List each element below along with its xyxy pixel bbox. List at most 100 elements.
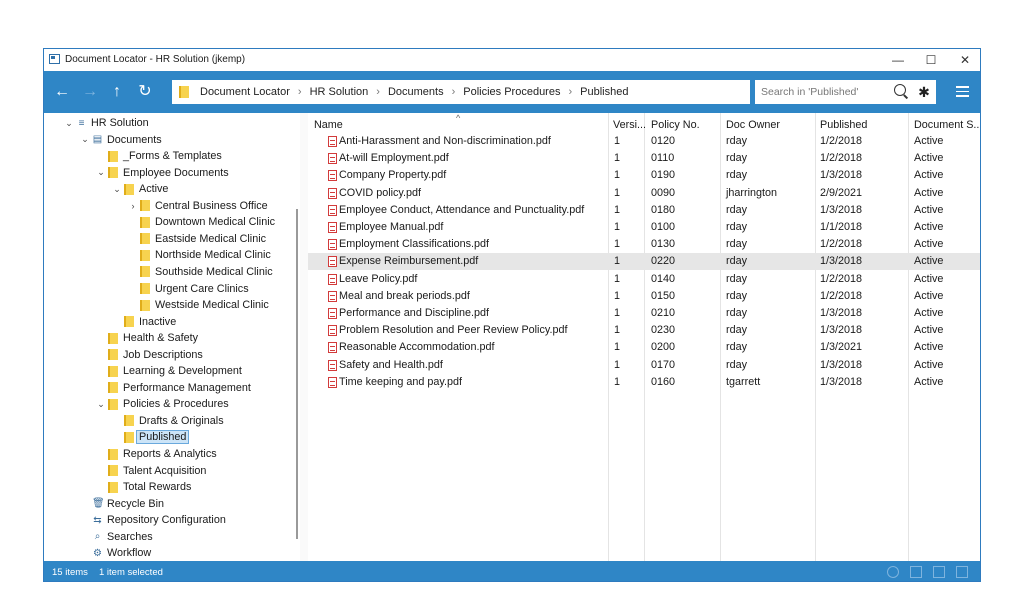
tree-item[interactable]: ⌄ Active: [112, 181, 168, 197]
tree-item[interactable]: ⌕ Searches: [80, 529, 153, 545]
back-button[interactable]: ←: [51, 82, 73, 102]
file-status: Active: [914, 169, 944, 182]
tree-item-label: Total Rewards: [123, 481, 192, 494]
tree-item[interactable]: › Central Business Office: [128, 198, 268, 214]
tree-item[interactable]: ⇆ Repository Configuration: [80, 512, 226, 528]
breadcrumb-item[interactable]: Published: [580, 86, 628, 98]
chevron-down-icon[interactable]: ⌄: [80, 134, 90, 145]
preview-search-icon[interactable]: [887, 566, 899, 578]
table-row[interactable]: Company Property.pdf 1 0190 rday 1/3/2018 Act…: [308, 167, 980, 184]
table-row[interactable]: Safety and Health.pdf 1 0170 rday 1/3/2018 Ac…: [308, 357, 980, 374]
breadcrumb[interactable]: Document Locator › HR Solution › Documents › P…: [172, 80, 750, 104]
tree-item[interactable]: Total Rewards: [96, 479, 191, 495]
tree-item[interactable]: Inactive: [112, 314, 176, 330]
tree-item[interactable]: Westside Medical Clinic: [128, 297, 269, 313]
column-header-version[interactable]: Versi...: [613, 117, 646, 133]
close-button[interactable]: ✕: [948, 49, 980, 71]
table-row[interactable]: COVID policy.pdf 1 0090 jharrington 2/9/2021…: [308, 185, 980, 202]
column-header-policy-no[interactable]: Policy No.: [651, 117, 700, 133]
title-bar: Document Locator - HR Solution (jkemp) —…: [44, 49, 980, 71]
search-box[interactable]: Search in 'Published': [755, 80, 912, 104]
minimize-button[interactable]: —: [881, 49, 915, 71]
table-row[interactable]: Expense Reimbursement.pdf 1 0220 rday 1/3/20…: [308, 253, 980, 271]
tree-item[interactable]: _Forms & Templates: [96, 148, 222, 164]
tree-item-label: Searches: [107, 530, 153, 543]
tree-item[interactable]: Health & Safety: [96, 330, 198, 346]
breadcrumb-separator-icon[interactable]: ›: [568, 86, 572, 98]
properties-pane-icon[interactable]: [956, 566, 968, 578]
tree-item[interactable]: Urgent Care Clinics: [128, 281, 249, 297]
breadcrumb-separator-icon[interactable]: ›: [452, 86, 456, 98]
tree-item[interactable]: Eastside Medical Clinic: [128, 231, 266, 247]
file-status: Active: [914, 203, 944, 216]
column-header-doc-owner[interactable]: Doc Owner: [726, 117, 780, 133]
tree-item[interactable]: Northside Medical Clinic: [128, 247, 271, 263]
tree-item[interactable]: ⚙ Workflow: [80, 545, 151, 561]
table-row[interactable]: Employee Manual.pdf 1 0100 rday 1/1/2018 Acti…: [308, 219, 980, 236]
breadcrumb-item[interactable]: Document Locator: [200, 86, 290, 98]
forward-button[interactable]: →: [79, 82, 101, 102]
tree-item[interactable]: Learning & Development: [96, 363, 242, 379]
tree-item[interactable]: Job Descriptions: [96, 347, 203, 363]
chevron-down-icon[interactable]: ⌄: [64, 118, 74, 129]
tree-item[interactable]: Published: [112, 429, 190, 445]
table-row[interactable]: Leave Policy.pdf 1 0140 rday 1/2/2018 Active: [308, 271, 980, 288]
folder-icon: [108, 332, 118, 344]
chevron-right-icon[interactable]: ›: [128, 201, 138, 211]
settings-gear-icon[interactable]: ✱: [912, 80, 936, 104]
tree-item[interactable]: Downtown Medical Clinic: [128, 214, 275, 230]
table-row[interactable]: Employee Conduct, Attendance and Punctua…: [308, 202, 980, 219]
breadcrumb-separator-icon[interactable]: ›: [298, 86, 302, 98]
up-button[interactable]: ↑: [106, 82, 128, 102]
table-row[interactable]: Problem Resolution and Peer Review Polic…: [308, 322, 980, 339]
tree-item[interactable]: Drafts & Originals: [112, 413, 224, 429]
refresh-button[interactable]: ↻: [134, 82, 156, 102]
tree-item-label: Recycle Bin: [107, 497, 165, 510]
maximize-button[interactable]: ☐: [914, 49, 948, 71]
search-icon[interactable]: [894, 84, 906, 96]
pane-splitter[interactable]: [300, 113, 308, 561]
table-row[interactable]: At-will Employment.pdf 1 0110 rday 1/2/2018 A…: [308, 150, 980, 167]
breadcrumb-item[interactable]: Documents: [388, 86, 444, 98]
pdf-file-icon: [328, 204, 337, 216]
hamburger-menu-icon[interactable]: [956, 86, 969, 100]
selection-count: 1 item selected: [99, 567, 163, 578]
tree-item[interactable]: Talent Acquisition: [96, 463, 206, 479]
chevron-down-icon[interactable]: ⌄: [96, 399, 106, 410]
breadcrumb-item[interactable]: Policies Procedures: [463, 86, 560, 98]
breadcrumb-item[interactable]: HR Solution: [310, 86, 369, 98]
file-owner: rday: [726, 152, 748, 165]
file-version: 1: [614, 358, 621, 371]
tree-item[interactable]: ⌄ ≡ HR Solution: [64, 115, 149, 131]
table-row[interactable]: Reasonable Accommodation.pdf 1 0200 rday 1/3…: [308, 339, 980, 356]
file-name: Company Property.pdf: [339, 169, 447, 182]
preview-pane-icon[interactable]: [910, 566, 922, 578]
tree-item[interactable]: 🗑 Recycle Bin: [80, 496, 164, 512]
tree-item-label: Downtown Medical Clinic: [155, 216, 276, 229]
table-row[interactable]: Performance and Discipline.pdf 1 0210 rday 1…: [308, 305, 980, 322]
pdf-file-icon: [328, 136, 337, 147]
tree-item[interactable]: Southside Medical Clinic: [128, 264, 273, 280]
table-row[interactable]: Anti-Harassment and Non-discrimination.p…: [308, 133, 980, 150]
details-view-icon[interactable]: [933, 566, 945, 578]
tree-item[interactable]: ⌄ ▤ Documents: [80, 132, 161, 148]
chevron-down-icon[interactable]: ⌄: [96, 167, 106, 178]
table-row[interactable]: Time keeping and pay.pdf 1 0160 tgarrett 1/3…: [308, 374, 980, 391]
file-version: 1: [614, 255, 621, 268]
folder-icon: [108, 365, 118, 377]
file-policy-no: 0200: [651, 341, 676, 354]
search-input[interactable]: Search in 'Published': [761, 86, 858, 98]
tree-item[interactable]: ⌄ Policies & Procedures: [96, 396, 228, 412]
table-row[interactable]: Employment Classifications.pdf 1 0130 rday 1…: [308, 236, 980, 253]
tree-item[interactable]: ⌄ Employee Documents: [96, 165, 228, 181]
breadcrumb-separator-icon[interactable]: ›: [376, 86, 380, 98]
column-header-document-status[interactable]: Document S...: [914, 117, 980, 133]
column-header-name[interactable]: Name: [314, 117, 343, 133]
tree-item-label: HR Solution: [91, 117, 149, 129]
tree-item[interactable]: Reports & Analytics: [96, 446, 217, 462]
tree-scrollbar[interactable]: [296, 209, 298, 539]
table-row[interactable]: Meal and break periods.pdf 1 0150 rday 1/2/2…: [308, 288, 980, 305]
column-header-published[interactable]: Published: [820, 117, 867, 133]
chevron-down-icon[interactable]: ⌄: [112, 184, 122, 195]
tree-item[interactable]: Performance Management: [96, 380, 251, 396]
